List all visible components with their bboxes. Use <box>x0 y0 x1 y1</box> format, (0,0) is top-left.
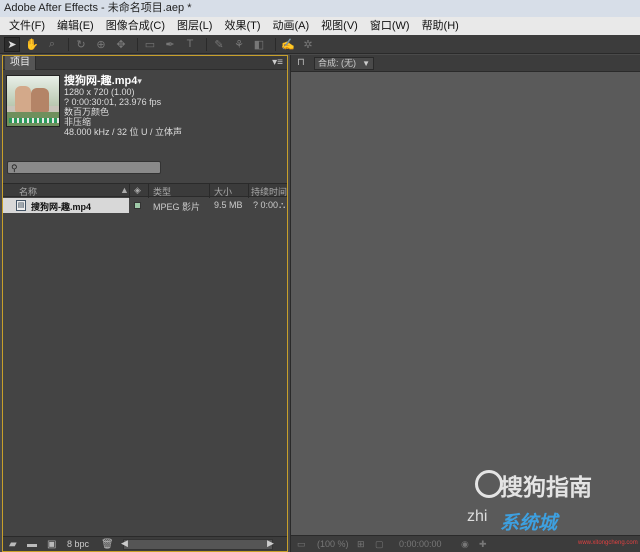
toolbar-divider <box>206 37 207 51</box>
pen-icon[interactable]: ✒ <box>162 37 178 52</box>
column-name-header[interactable]: 名称 <box>19 185 37 198</box>
menu-window[interactable]: 窗口(W) <box>364 17 416 35</box>
tab-project[interactable]: 项目 <box>5 56 36 70</box>
toolbar-divider <box>275 37 276 51</box>
label-column-icon[interactable]: ◈ <box>134 185 141 196</box>
footage-compression: 非压缩 <box>64 117 92 127</box>
row-name-cell[interactable]: ▤ 搜狗网-趣.mp4 <box>3 198 129 213</box>
row-type: MPEG 影片 <box>153 202 201 212</box>
row-duration: ? 0:00 <box>253 200 279 210</box>
pan-behind-icon[interactable]: ✥ <box>113 37 129 52</box>
menu-view[interactable]: 视图(V) <box>315 17 364 35</box>
scroll-left-arrow-icon[interactable]: ◀ <box>121 538 128 549</box>
zoom-level[interactable]: (100 %) <box>317 539 349 549</box>
tools-toolbar: ➤ ✋ ⌕ ↻ ⊕ ✥ ▭ ✒ T ✎ ⚘ ◧ ✍ ✲ <box>0 35 640 54</box>
zoom-icon[interactable]: ⌕ <box>44 37 60 52</box>
label-color-swatch[interactable] <box>134 202 141 209</box>
column-duration-header[interactable]: 持续时间 <box>251 185 287 198</box>
menu-help[interactable]: 帮助(H) <box>416 17 465 35</box>
channel-icon[interactable]: ✚ <box>479 539 487 550</box>
toolbar-divider <box>68 37 69 51</box>
clone-stamp-icon[interactable]: ⚘ <box>231 37 247 52</box>
flowchart-icon[interactable]: ⛬ <box>279 200 285 211</box>
composition-panel-tabs: ⊓ 合成: (无) ▼ <box>291 55 640 72</box>
footage-colors: 数百万颜色 <box>64 107 110 117</box>
footage-thumbnail <box>6 75 60 127</box>
menu-effect[interactable]: 效果(T) <box>218 17 266 35</box>
menu-bar: 文件(F) 编辑(E) 图像合成(C) 图层(L) 效果(T) 动画(A) 视图… <box>0 17 640 35</box>
table-row[interactable]: ▤ 搜狗网-趣.mp4 MPEG 影片 9.5 MB ? 0:00 ⛬ <box>3 198 287 213</box>
footage-usage-dropdown-icon[interactable]: ▾ <box>137 76 142 86</box>
window-title-bar: Adobe After Effects - 未命名项目.aep * <box>0 0 640 17</box>
search-icon: ⚲ <box>11 163 18 173</box>
menu-animation[interactable]: 动画(A) <box>267 17 316 35</box>
menu-file[interactable]: 文件(F) <box>3 17 51 35</box>
project-column-header: 名称 ▲ ◈ 类型 大小 持续时间 <box>3 183 287 198</box>
zhi-watermark: zhi <box>467 508 488 525</box>
hand-icon[interactable]: ✋ <box>24 37 40 52</box>
menu-edit[interactable]: 编辑(E) <box>51 17 100 35</box>
footage-info: 搜狗网-趣.mp4▾ 1280 x 720 (1.00) ? 0:00:30:0… <box>64 75 182 137</box>
interpret-footage-icon[interactable]: ▰ <box>9 539 17 550</box>
current-time[interactable]: 0:00:00:00 <box>399 539 442 549</box>
new-composition-icon[interactable]: ▣ <box>47 539 56 550</box>
chevron-down-icon: ▼ <box>362 59 370 68</box>
scroll-right-arrow-icon[interactable]: ▶ <box>267 538 274 549</box>
footage-name: 搜狗网-趣.mp4 <box>64 75 138 87</box>
brush-icon[interactable]: ✎ <box>211 37 227 52</box>
project-panel-footer: ▰ ▬ ▣ 8 bpc 🗑 ◀ ▶ <box>3 536 287 551</box>
project-panel: 项目 ▾≡ 搜狗网-趣.mp4▾ 1280 x 720 (1.00) ? 0:0… <box>2 55 288 552</box>
bit-depth-button[interactable]: 8 bpc <box>67 539 89 549</box>
new-folder-icon[interactable]: ▬ <box>27 539 37 550</box>
column-size-header[interactable]: 大小 <box>214 185 232 198</box>
always-preview-icon[interactable]: ▭ <box>297 539 306 550</box>
composition-selector[interactable]: 合成: (无) ▼ <box>314 57 374 70</box>
menu-layer[interactable]: 图层(L) <box>171 17 218 35</box>
footage-duration: ? 0:00:30:01, 23.976 fps <box>64 97 162 107</box>
footage-audio: 48.000 kHz / 32 位 U / 立体声 <box>64 127 183 137</box>
project-search-input[interactable]: ⚲ <box>7 161 161 174</box>
brand-watermark: 搜狗指南 <box>500 475 593 501</box>
window-title: Adobe After Effects - 未命名项目.aep * <box>4 2 192 14</box>
footage-file-icon: ▤ <box>16 200 26 211</box>
snapshot-icon[interactable]: ◉ <box>461 539 469 550</box>
lock-icon[interactable]: ⊓ <box>297 57 305 68</box>
eraser-icon[interactable]: ◧ <box>251 37 267 52</box>
toolbar-divider <box>137 37 138 51</box>
menu-composition[interactable]: 图像合成(C) <box>100 17 171 35</box>
rectangle-mask-icon[interactable]: ▭ <box>142 37 158 52</box>
roto-brush-icon[interactable]: ✍ <box>280 37 296 52</box>
selection-arrow-icon[interactable]: ➤ <box>4 36 20 52</box>
panel-menu-icon[interactable]: ▾≡ <box>272 56 283 70</box>
rotate-icon[interactable]: ↻ <box>73 37 89 52</box>
camera-orbit-icon[interactable]: ⊕ <box>93 37 109 52</box>
footage-name-line[interactable]: 搜狗网-趣.mp4▾ <box>64 75 182 87</box>
trash-icon[interactable]: 🗑 <box>101 539 114 550</box>
mask-visibility-icon[interactable]: ▢ <box>375 539 384 550</box>
column-type-header[interactable]: 类型 <box>153 185 171 198</box>
sort-arrow-icon[interactable]: ▲ <box>120 185 129 195</box>
puppet-pin-icon[interactable]: ✲ <box>300 37 316 52</box>
horizontal-scrollbar[interactable] <box>123 539 273 550</box>
footage-resolution: 1280 x 720 (1.00) <box>64 87 135 97</box>
site-url-watermark: www.xitongcheng.com <box>578 540 638 546</box>
composition-selector-label: 合成: (无) <box>318 58 356 68</box>
type-icon[interactable]: T <box>182 37 198 52</box>
safe-zones-icon[interactable]: ⊞ <box>357 539 365 550</box>
row-size: 9.5 MB <box>214 200 243 210</box>
row-file-name: 搜狗网-趣.mp4 <box>31 202 92 212</box>
project-panel-tabs: 项目 ▾≡ <box>3 56 287 70</box>
site-logo-watermark: 系统城 <box>500 512 558 534</box>
